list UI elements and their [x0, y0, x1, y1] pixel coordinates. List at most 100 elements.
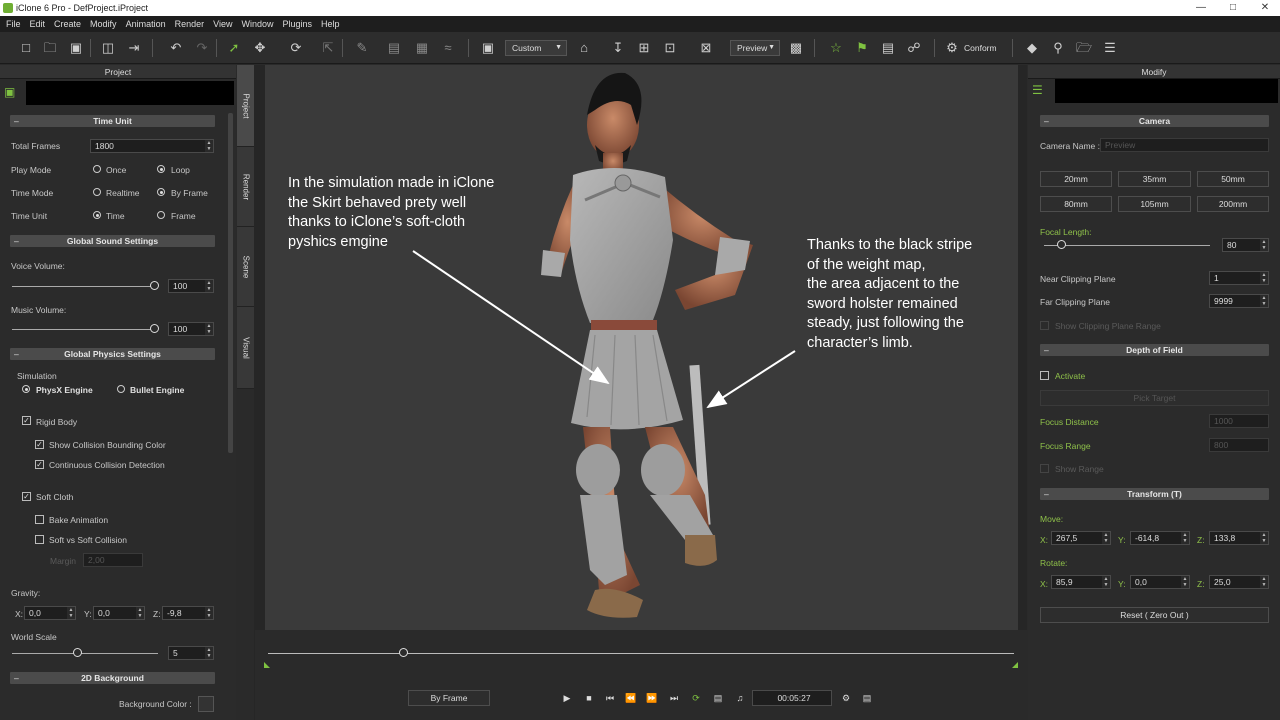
right-splitter[interactable] — [1018, 65, 1027, 630]
timeline-track[interactable] — [268, 653, 1014, 654]
view-dropdown[interactable]: Custom ▼ — [505, 40, 567, 56]
move-icon[interactable]: ✥ — [252, 40, 268, 56]
activate-dof-checkbox[interactable] — [1040, 371, 1049, 380]
background-color-swatch[interactable] — [198, 696, 214, 712]
rigid-body-checkbox[interactable]: ✓ — [22, 416, 31, 425]
music-volume-knob[interactable] — [150, 324, 159, 333]
time-mode-button[interactable]: By Frame — [408, 690, 490, 706]
show-collision-checkbox[interactable]: ✓ — [35, 440, 44, 449]
total-frames-field[interactable]: 1800 ▲ ▼ — [90, 139, 214, 153]
gravity-y-field[interactable]: 0,0 ▲ ▼ — [93, 606, 145, 620]
frame-icon[interactable]: ⊡ — [662, 40, 678, 56]
to-end-icon[interactable]: ⏭ — [668, 692, 680, 704]
focal-length-knob[interactable] — [1057, 240, 1066, 249]
bullet-radio[interactable] — [117, 385, 125, 393]
reset-zero-out-button[interactable]: Reset ( Zero Out ) — [1040, 607, 1269, 623]
save-icon[interactable]: ▣ — [68, 40, 84, 56]
search-icon[interactable]: ⚲ — [1050, 40, 1066, 56]
rotate-y-field[interactable]: 0,0 ▲ ▼ — [1130, 575, 1190, 589]
camera-view-icon[interactable]: ▣ — [480, 40, 496, 56]
audio-icon[interactable]: ♫ — [734, 692, 746, 704]
tab-project[interactable]: Project — [237, 65, 254, 147]
focus-range-field[interactable]: 800 — [1209, 438, 1269, 452]
folder-icon[interactable]: 🗁 — [1076, 40, 1092, 56]
depth-of-field-section[interactable]: – Depth of Field — [1040, 344, 1269, 356]
home-icon[interactable]: ⌂ — [576, 40, 592, 56]
move-y-field[interactable]: -614,8 ▲ ▼ — [1130, 531, 1190, 545]
project-folder-icon[interactable]: ▣ — [4, 85, 20, 99]
world-scale-field[interactable]: 5 ▲ ▼ — [168, 646, 214, 660]
timeline-editor-icon[interactable]: ▤ — [861, 692, 873, 704]
soft-cloth-checkbox[interactable]: ✓ — [22, 492, 31, 501]
lens-50mm-button[interactable]: 50mm — [1197, 171, 1269, 187]
voice-volume-knob[interactable] — [150, 281, 159, 290]
preview-dropdown[interactable]: Preview ▼ — [730, 40, 780, 56]
gravity-z-field[interactable]: -9,8 ▲ ▼ — [162, 606, 214, 620]
far-clipping-field[interactable]: 9999 ▲ ▼ — [1209, 294, 1269, 308]
rotate-icon[interactable]: ⟳ — [288, 40, 304, 56]
tab-scene[interactable]: Scene — [237, 227, 254, 307]
voice-volume-track[interactable] — [12, 286, 158, 287]
menu-view[interactable]: View — [213, 19, 232, 29]
splitter[interactable] — [254, 65, 265, 720]
maximize-button[interactable]: □ — [1218, 1, 1248, 15]
menu-help[interactable]: Help — [321, 19, 340, 29]
3d-viewport[interactable]: In the simulation made in iClone the Ski… — [265, 65, 1018, 630]
show-range-checkbox[interactable] — [1040, 464, 1049, 473]
music-volume-field[interactable]: 100 ▲ ▼ — [168, 322, 214, 336]
timeline-playhead[interactable] — [399, 648, 408, 657]
margin-field[interactable]: 2,00 — [83, 553, 143, 567]
export-icon[interactable]: ⇥ — [126, 40, 142, 56]
loop-icon[interactable]: ⟳ — [690, 692, 702, 704]
world-scale-track[interactable] — [12, 653, 158, 654]
menu-create[interactable]: Create — [54, 19, 81, 29]
voice-volume-field[interactable]: 100 ▲ ▼ — [168, 279, 214, 293]
rotate-z-field[interactable]: 25,0 ▲ ▼ — [1209, 575, 1269, 589]
focal-length-field[interactable]: 80 ▲ ▼ — [1222, 238, 1269, 252]
align-icon[interactable]: ▤ — [386, 40, 402, 56]
subtitle-icon[interactable]: ▤ — [712, 692, 724, 704]
lens-80mm-button[interactable]: 80mm — [1040, 196, 1112, 212]
conform-icon[interactable]: ⚙ — [944, 40, 960, 56]
clipboard-icon[interactable]: ▤ — [880, 40, 896, 56]
new-file-icon[interactable]: □ — [18, 40, 34, 56]
distribute-icon[interactable]: ▦ — [414, 40, 430, 56]
menu-window[interactable]: Window — [241, 19, 273, 29]
play-icon[interactable]: ▶ — [561, 692, 573, 704]
continuous-collision-checkbox[interactable]: ✓ — [35, 460, 44, 469]
settings-list-icon[interactable]: ☰ — [1102, 40, 1118, 56]
move-x-field[interactable]: 267,5 ▲ ▼ — [1051, 531, 1111, 545]
once-radio[interactable] — [93, 165, 101, 173]
menu-modify[interactable]: Modify — [90, 19, 117, 29]
menu-edit[interactable]: Edit — [30, 19, 46, 29]
lens-35mm-button[interactable]: 35mm — [1118, 171, 1191, 187]
loop-radio[interactable] — [157, 165, 165, 173]
bake-animation-checkbox[interactable] — [35, 515, 44, 524]
focus-distance-field[interactable]: 1000 — [1209, 414, 1269, 428]
music-volume-track[interactable] — [12, 329, 158, 330]
scrollbar[interactable] — [228, 113, 233, 453]
open-folder-icon[interactable]: 🗀 — [42, 40, 58, 56]
time-display[interactable]: 00:05:27 — [752, 690, 832, 706]
pick-target-button[interactable]: Pick Target — [1040, 390, 1269, 406]
global-physics-section[interactable]: – Global Physics Settings — [10, 348, 215, 360]
by-frame-radio[interactable] — [157, 188, 165, 196]
realtime-radio[interactable] — [93, 188, 101, 196]
undo-icon[interactable]: ↶ — [168, 40, 184, 56]
show-clipping-checkbox[interactable] — [1040, 321, 1049, 330]
time-radio[interactable] — [93, 211, 101, 219]
menu-file[interactable]: File — [6, 19, 21, 29]
menu-plugins[interactable]: Plugins — [283, 19, 313, 29]
soft-vs-soft-checkbox[interactable] — [35, 535, 44, 544]
video-camera-icon[interactable]: ▩ — [788, 40, 804, 56]
focal-length-track[interactable] — [1044, 245, 1210, 246]
close-button[interactable]: ✕ — [1250, 1, 1280, 15]
wave-icon[interactable]: ≈ — [440, 40, 456, 56]
fit-icon[interactable]: ⊠ — [698, 40, 714, 56]
transform-section[interactable]: – Transform (T) — [1040, 488, 1269, 500]
flag-icon[interactable]: ⚑ — [854, 40, 870, 56]
conform-button[interactable]: Conform — [964, 40, 997, 56]
range-end-marker[interactable] — [1012, 662, 1018, 668]
zoom-extend-icon[interactable]: ↧ — [610, 40, 626, 56]
global-sound-section[interactable]: – Global Sound Settings — [10, 235, 215, 247]
